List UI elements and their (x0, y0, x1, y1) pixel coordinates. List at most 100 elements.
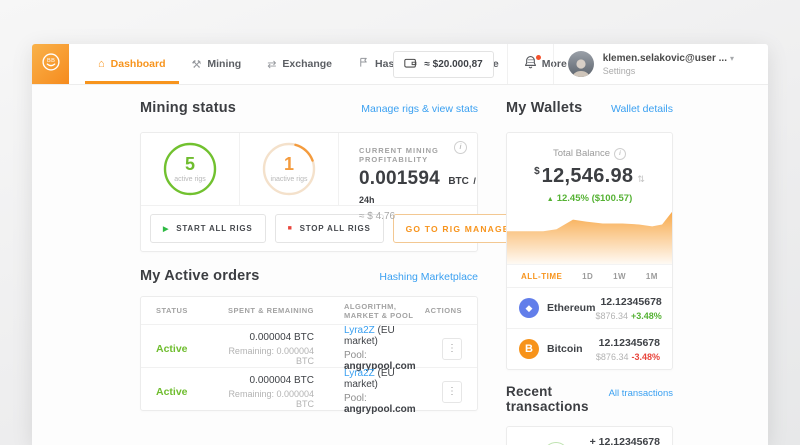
order-spent: 0.000004 BTC Remaining: 0.000004 BTC (228, 374, 314, 409)
order-status: Active (156, 342, 188, 355)
user-avatar (567, 51, 594, 77)
pickaxe-icon: ⚒ (191, 58, 202, 71)
coin-name: Ethereum (547, 302, 596, 314)
list-item-bitcoin[interactable]: B Bitcoin 12.12345678 $876.34 -3.48% (507, 328, 672, 369)
inactive-rigs-label: inactive rigs (270, 176, 308, 183)
info-icon[interactable]: i (454, 141, 467, 154)
active-orders-header: My Active orders Hashing Marketplace (140, 268, 478, 284)
nicehash-logo[interactable]: BB (32, 44, 69, 84)
order-status: Active (156, 385, 188, 398)
app-window: BB ⌂ Dashboard ⚒ Mining ⇄ Exchange Hash … (32, 44, 768, 445)
algorithm-link[interactable]: Lyra2Z (344, 368, 375, 379)
tab-mining-label: Mining (207, 58, 242, 70)
tab-all-time[interactable]: ALL-TIME (521, 272, 562, 281)
total-balance-label: Total Balance i (553, 147, 627, 160)
wallet-balance-button[interactable]: ≈ $20.000,87 (393, 50, 494, 78)
list-item-ethereum[interactable]: ◆ Ethereum 12.12345678 $876.34 +3.48% (507, 287, 672, 328)
coin-name: Bitcoin (547, 343, 583, 355)
tab-1d[interactable]: 1D (582, 272, 593, 281)
user-menu[interactable]: klemen.selakovic@user ... ▾ Settings (554, 51, 768, 77)
orders-table-header: STATUS SPENT & REMAINING ALGORITHM, MARK… (141, 297, 477, 324)
active-rigs-count: 5 (184, 154, 195, 174)
stop-icon: ■ (287, 225, 293, 232)
coin-fiat: $876.34 +3.48% (595, 310, 662, 321)
notification-dot (535, 55, 541, 60)
tab-mining[interactable]: ⚒ Mining (179, 44, 255, 84)
col-spent: SPENT & REMAINING (227, 306, 314, 315)
mining-status-card: 5 active rigs 1 inactive rigs CURRENT MI… (140, 132, 531, 252)
mining-stats-row: 5 active rigs 1 inactive rigs CURRENT MI… (141, 133, 477, 222)
active-rigs-label: active rigs (174, 176, 206, 183)
deposit-icon (543, 441, 570, 445)
left-column: Mining status Manage rigs & view stats 5… (140, 100, 531, 415)
algorithm-link[interactable]: Lyra2Z (344, 325, 375, 336)
recent-transactions-title: Recent transactions (506, 384, 589, 414)
user-info: klemen.selakovic@user ... ▾ Settings (603, 53, 734, 76)
col-actions: ACTIONS (424, 306, 462, 315)
right-column: My Wallets Wallet details Total Balance … (506, 100, 673, 445)
top-navbar: BB ⌂ Dashboard ⚒ Mining ⇄ Exchange Hash … (32, 44, 768, 85)
active-orders-title: My Active orders (140, 268, 260, 284)
transaction-amount: + 12.12345678 LTC (589, 436, 660, 445)
coin-amount: 12.12345678 (598, 336, 660, 349)
order-spent: 0.000004 BTC Remaining: 0.000004 BTC (228, 331, 314, 366)
active-orders-table: STATUS SPENT & REMAINING ALGORITHM, MARK… (140, 296, 478, 415)
coin-fiat: $876.34 -3.48% (595, 351, 660, 362)
chevron-down-icon: ▾ (729, 53, 734, 63)
user-settings-label: Settings (602, 65, 636, 76)
col-status: STATUS (156, 306, 188, 315)
my-wallets-title: My Wallets (506, 100, 583, 116)
mining-status-title: Mining status (140, 100, 237, 116)
rig-manager-label: GO TO RIG MANAGER (405, 223, 518, 234)
balance-area-chart (507, 211, 672, 264)
profitability-unit: BTC (448, 176, 469, 187)
order-actions-button[interactable]: ⋮ (442, 337, 462, 360)
up-triangle-icon: ▲ (546, 196, 554, 203)
table-row: Active 0.000004 BTC Remaining: 0.000004 … (141, 324, 477, 372)
manage-rigs-link[interactable]: Manage rigs & view stats (361, 103, 478, 115)
all-transactions-link[interactable]: All transactions (609, 388, 673, 399)
currency-swap-icon[interactable]: ⇅ (637, 174, 645, 184)
ethereum-icon: ◆ (519, 298, 539, 318)
exchange-arrows-icon: ⇄ (267, 58, 277, 71)
info-icon[interactable]: i (614, 147, 627, 160)
coin-amount: 12.12345678 (600, 295, 662, 308)
hashing-marketplace-link[interactable]: Hashing Marketplace (379, 271, 478, 283)
start-all-rigs-button[interactable]: ▶ START ALL RIGS (150, 214, 266, 243)
tab-exchange-label: Exchange (282, 58, 333, 70)
tab-1m[interactable]: 1M (646, 272, 658, 281)
inactive-rigs-stat: 1 inactive rigs (240, 133, 339, 205)
active-rigs-ring: 5 active rigs (162, 141, 218, 197)
wallet-balance-label: ≈ $20.000,87 (424, 58, 483, 70)
wallet-icon (404, 57, 417, 72)
my-wallets-header: My Wallets Wallet details (506, 100, 673, 116)
col-algorithm: ALGORITHM, MARKET & POOL (344, 301, 414, 320)
active-rigs-stat: 5 active rigs (141, 133, 240, 205)
balance-change: ▲ 12.45% ($100.57) (546, 193, 633, 204)
profitability-value: 0.001594 (359, 168, 440, 189)
list-item-transaction[interactable]: JUN 21 + 12.12345678 LTC 122.876,34 $ (507, 427, 672, 445)
play-icon: ▶ (163, 225, 170, 233)
user-email: klemen.selakovic@user ... ▾ (602, 52, 734, 64)
navbar-right: ≈ $20.000,87 klemen.selakovic@user ... ▾ … (393, 44, 768, 84)
tab-dashboard[interactable]: ⌂ Dashboard (85, 44, 179, 84)
home-icon: ⌂ (98, 58, 105, 70)
profitability-fiat: ≈ $ 4.76 (359, 211, 396, 222)
stop-all-rigs-label: STOP ALL RIGS (299, 224, 371, 233)
bitcoin-icon: B (519, 339, 539, 359)
total-balance-value: $12,546.98 ⇅ (534, 165, 645, 187)
inactive-rigs-count: 1 (283, 154, 294, 174)
tab-exchange[interactable]: ⇄ Exchange (254, 44, 345, 84)
storefront-icon (358, 57, 369, 71)
recent-transactions-header: Recent transactions All transactions (506, 384, 673, 414)
tab-1w[interactable]: 1W (613, 272, 626, 281)
start-all-rigs-label: START ALL RIGS (176, 224, 253, 233)
transactions-card: JUN 21 + 12.12345678 LTC 122.876,34 $ JU… (506, 426, 673, 445)
wallet-details-link[interactable]: Wallet details (611, 103, 673, 115)
time-range-tabs: ALL-TIME 1D 1W 1M (507, 264, 672, 287)
table-row: Active 0.000004 BTC Remaining: 0.000004 … (141, 367, 477, 415)
notifications-button[interactable] (506, 44, 554, 84)
tab-dashboard-label: Dashboard (110, 58, 166, 70)
order-actions-button[interactable]: ⋮ (442, 380, 462, 403)
svg-text:B: B (51, 57, 55, 63)
